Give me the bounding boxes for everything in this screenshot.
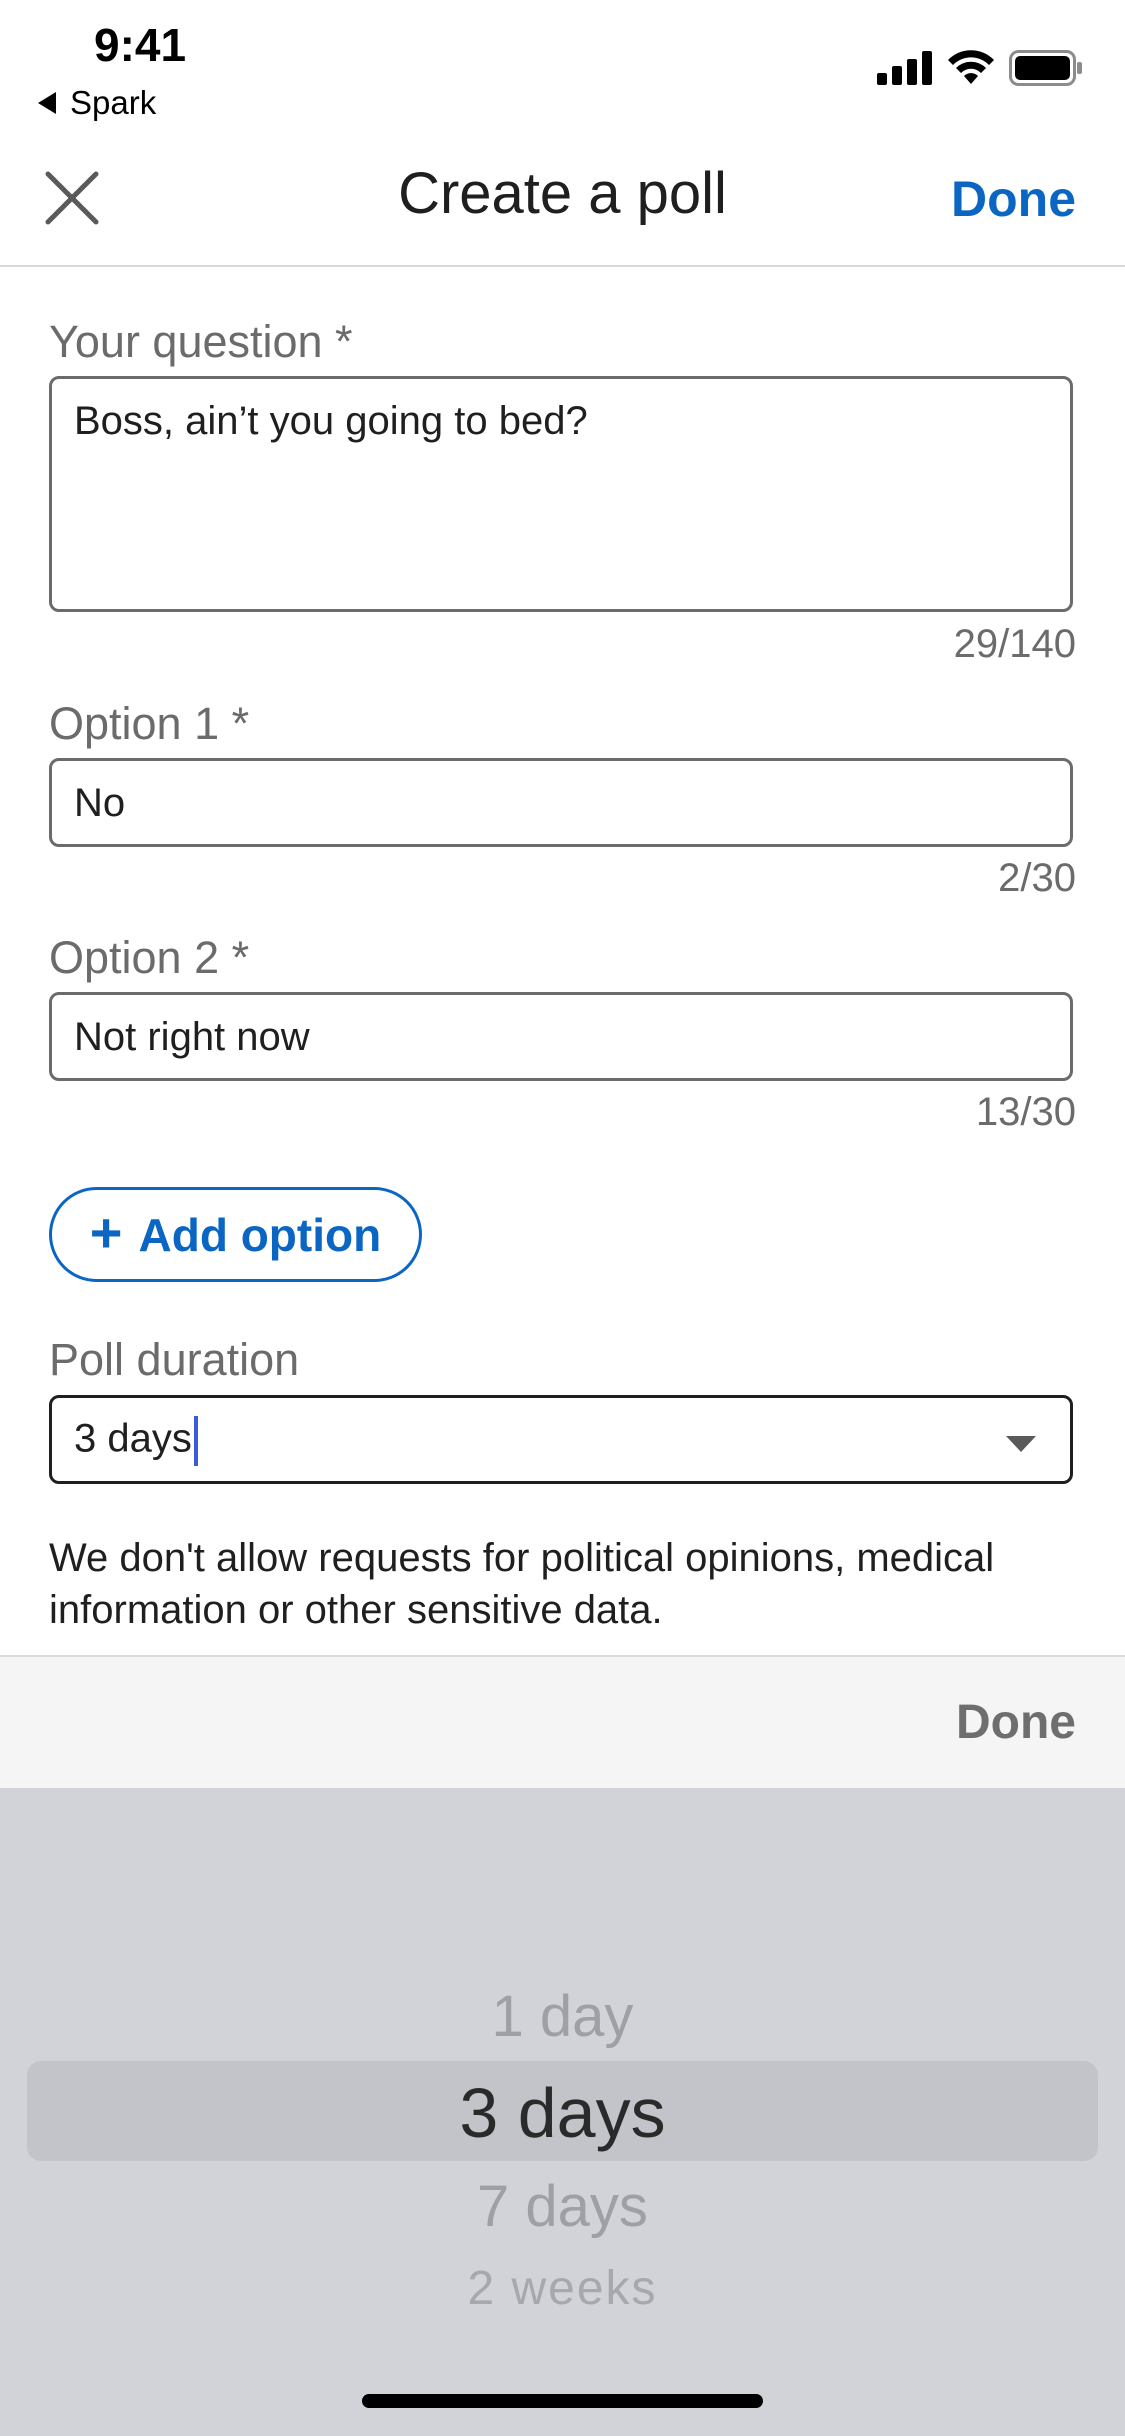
status-bar: 9:41 Spark [0,0,1125,140]
option-2-value: Not right now [74,1015,310,1059]
wifi-icon [948,50,994,84]
picker-option[interactable]: 7 days [0,2173,1125,2240]
question-textarea[interactable]: Boss, ain’t you going to bed? [49,376,1073,612]
back-to-app-link[interactable]: Spark [38,84,156,122]
status-time: 9:41 [94,19,187,71]
picker-option[interactable]: 2 weeks [0,2261,1125,2316]
picker-done-button[interactable]: Done [956,1695,1076,1750]
question-label: Your question * [49,316,353,367]
duration-picker-wheel[interactable]: 1 day 3 days 7 days 2 weeks [0,1788,1125,2436]
poll-duration-label: Poll duration [49,1334,300,1385]
battery-icon [1009,50,1082,86]
home-indicator[interactable] [362,2394,763,2408]
question-counter: 29/140 [953,622,1076,666]
option-2-label: Option 2 * [49,932,250,983]
option-1-counter: 2/30 [998,856,1076,900]
back-triangle-icon [38,92,56,114]
plus-icon: + [89,1201,123,1264]
picker-option-selected[interactable]: 3 days [0,2073,1125,2153]
add-option-button[interactable]: + Add option [49,1187,422,1282]
picker-toolbar: Done [0,1655,1125,1790]
disclaimer-text: We don't allow requests for political op… [49,1536,995,1632]
chevron-down-icon [1006,1436,1036,1452]
done-button[interactable]: Done [951,170,1076,228]
cellular-signal-icon [877,51,932,85]
text-cursor [193,1416,198,1466]
option-1-label: Option 1 * [49,698,250,749]
picker-option[interactable]: 1 day [0,1983,1125,2050]
poll-duration-select[interactable]: 3 days [49,1395,1073,1484]
question-value: Boss, ain’t you going to bed? [74,399,588,443]
poll-duration-value: 3 days [74,1416,192,1461]
option-1-value: No [74,781,126,825]
option-2-input[interactable]: Not right now [49,992,1073,1081]
nav-header: Create a poll Done [0,140,1125,267]
option-1-input[interactable]: No [49,758,1073,847]
back-app-label: Spark [70,84,157,121]
add-option-label: Add option [138,1208,382,1261]
option-2-counter: 13/30 [975,1090,1076,1134]
status-icons [877,50,1083,86]
